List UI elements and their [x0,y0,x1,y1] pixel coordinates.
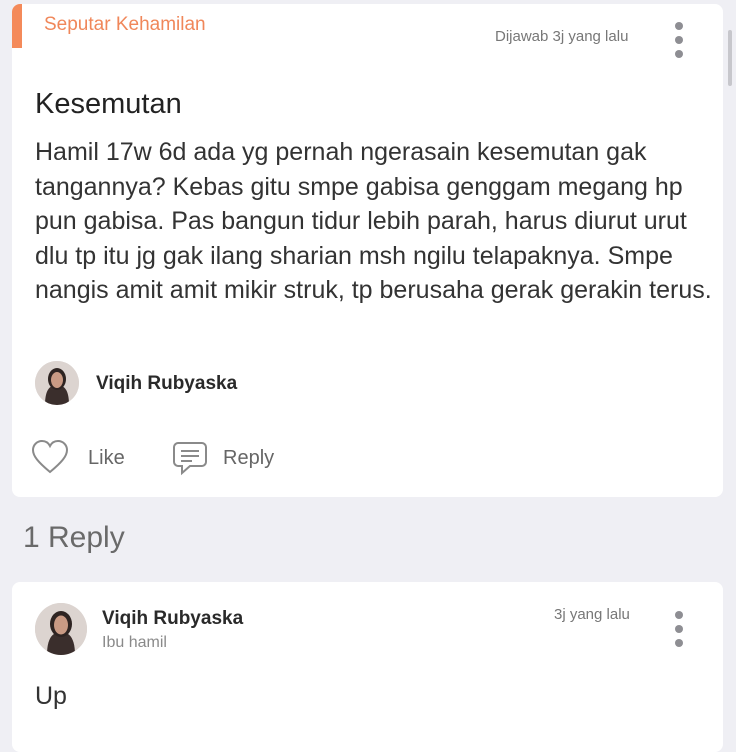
reply-author-subtitle: Ibu hamil [102,634,167,651]
post-timestamp: Dijawab 3j yang lalu [495,28,629,45]
post-title: Kesemutan [35,88,182,120]
author-name[interactable]: Viqih Rubyaska [96,373,237,395]
category-accent-bar [12,4,22,48]
heart-icon[interactable] [31,439,69,480]
more-vertical-icon[interactable] [671,611,687,651]
comment-icon[interactable] [172,440,208,481]
more-vertical-icon[interactable] [671,22,687,62]
reply-timestamp: 3j yang lalu [554,606,630,623]
reply-author-name[interactable]: Viqih Rubyaska [102,608,243,630]
reply-button[interactable]: Reply [223,447,274,470]
scrollbar[interactable] [728,30,732,86]
like-button[interactable]: Like [88,447,125,470]
post-body: Hamil 17w 6d ada yg pernah ngerasain kes… [35,138,712,304]
reply-text: Up [35,682,67,710]
avatar[interactable] [35,603,87,655]
category-label[interactable]: Seputar Kehamilan [44,14,206,36]
avatar[interactable] [35,361,79,405]
reply-count-heading: 1 Reply [23,521,125,554]
